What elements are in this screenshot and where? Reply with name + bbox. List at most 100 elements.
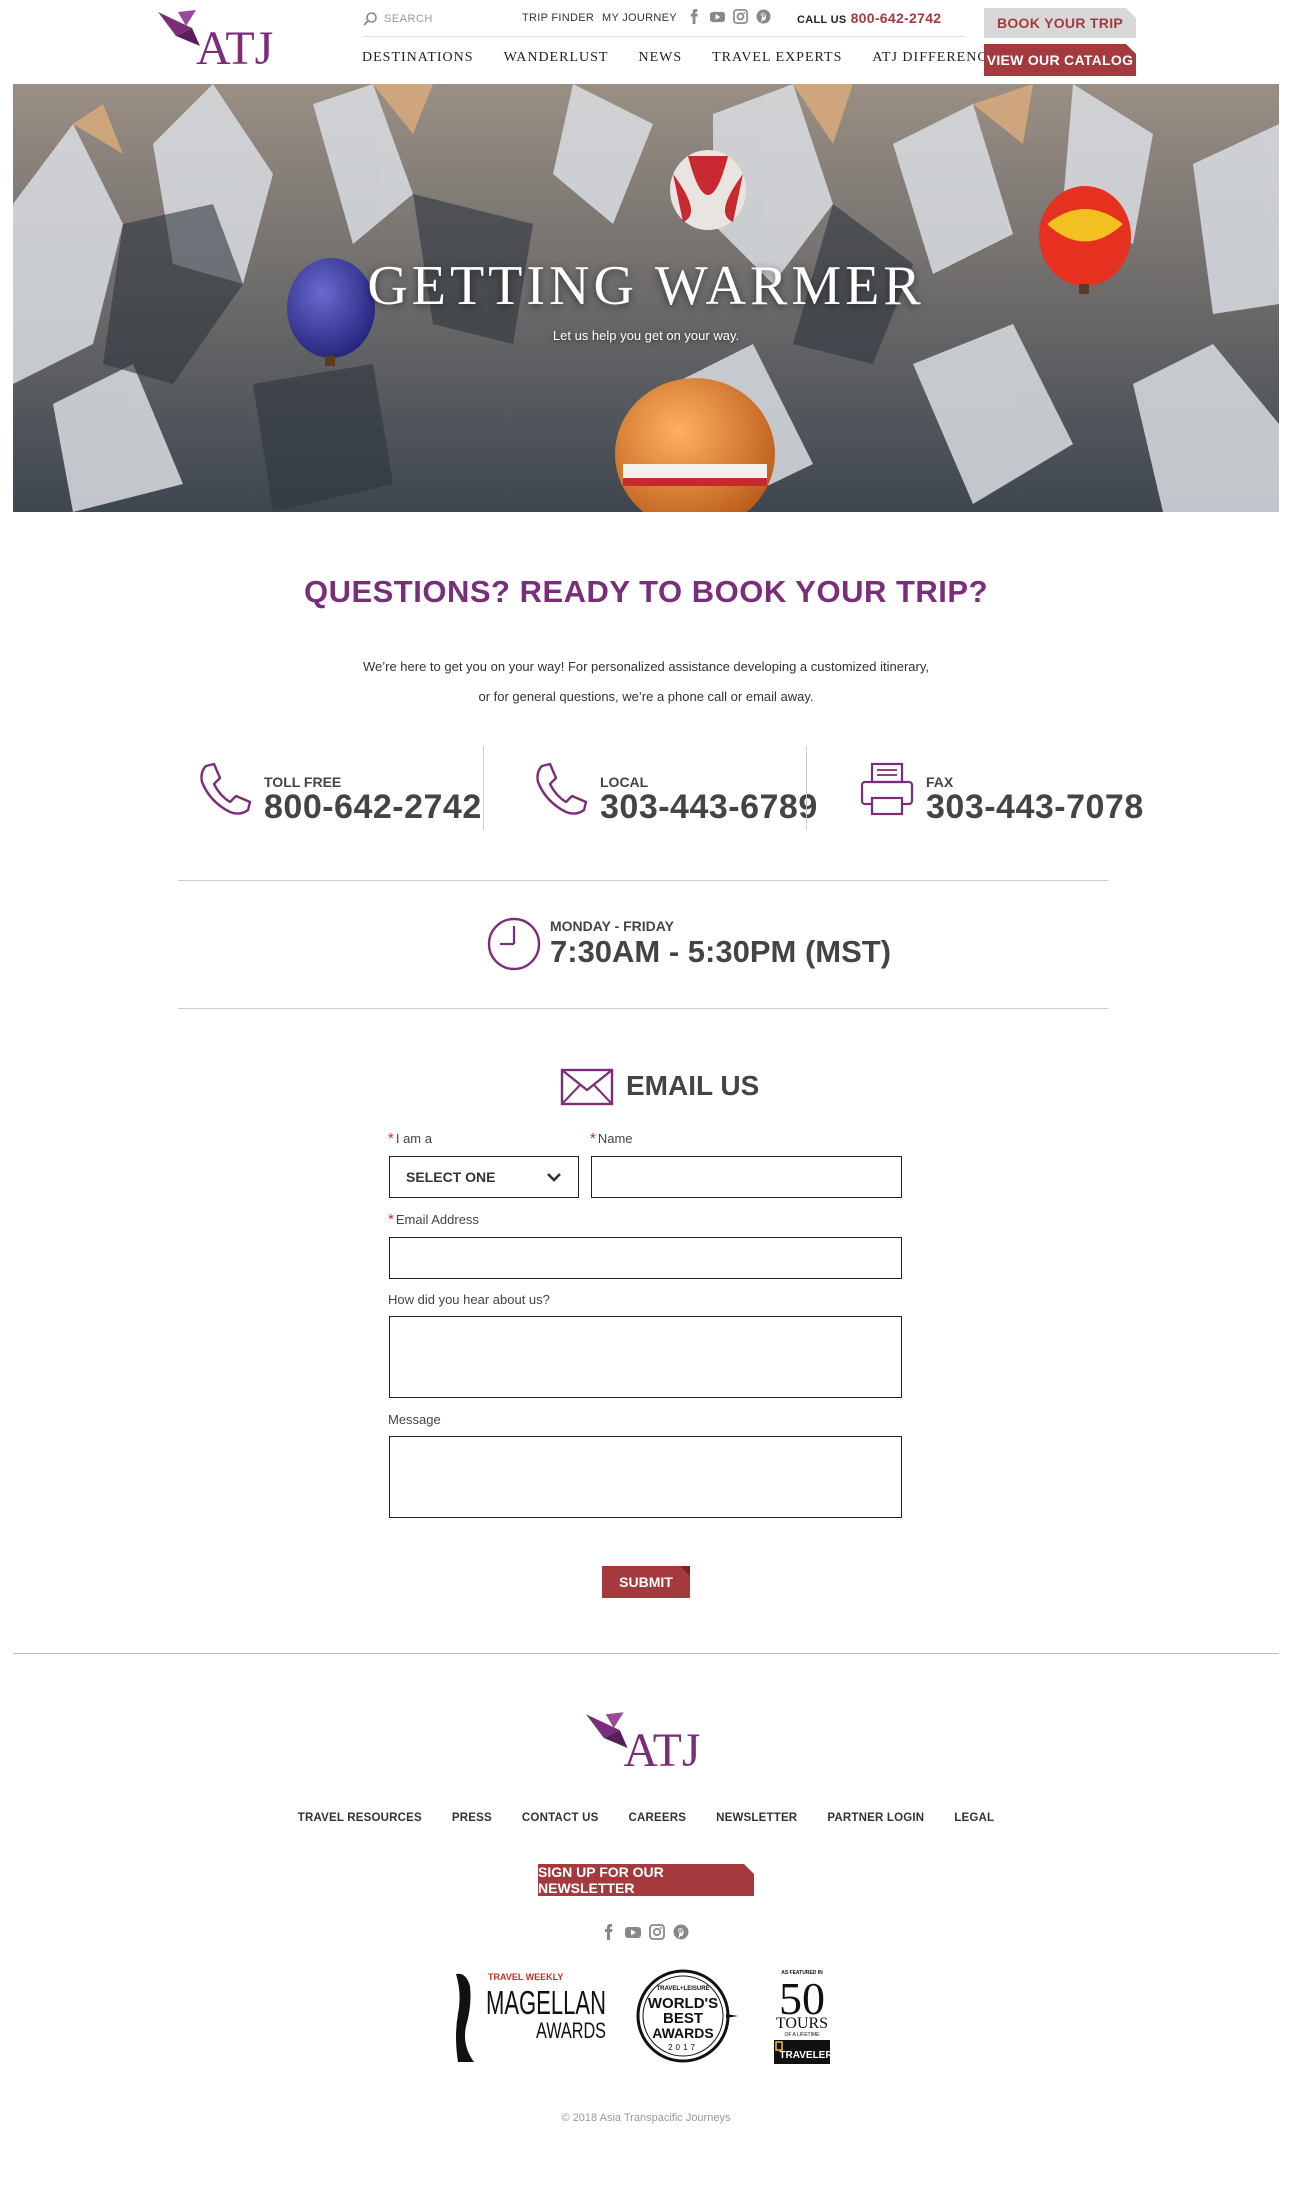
footer-link-press[interactable]: PRESS (452, 1812, 492, 1824)
name-field[interactable] (591, 1156, 902, 1198)
footer-logo-text: ATJ (624, 1725, 701, 1777)
toll-free-number[interactable]: 800-642-2742 (264, 788, 482, 827)
call-number[interactable]: 800-642-2742 (851, 10, 942, 26)
footer-social-links (601, 1924, 689, 1940)
message-field[interactable] (389, 1436, 902, 1518)
logo-text: ATJ (196, 22, 273, 75)
site-header: ATJ SEARCH TRIP FINDER MY JOURNEY CALL U… (0, 0, 1292, 84)
nav-news[interactable]: NEWS (638, 50, 682, 66)
contact-intro-line1: We’re here to get you on your way! For p… (362, 659, 930, 674)
email-us-title: EMAIL US (626, 1070, 760, 1101)
utility-divider (364, 36, 964, 37)
magellan-top: TRAVEL WEEKLY (488, 1972, 563, 1982)
utility-bar: SEARCH TRIP FINDER MY JOURNEY CALL US 800… (362, 8, 962, 34)
call-label: CALL US (797, 14, 847, 26)
pinterest-icon[interactable] (756, 9, 771, 24)
required-icon: * (388, 1211, 394, 1228)
instagram-icon[interactable] (649, 1924, 665, 1940)
search-box[interactable]: SEARCH (362, 8, 502, 30)
message-label: Message (388, 1412, 441, 1427)
nav-wanderlust[interactable]: WANDERLUST (504, 50, 609, 66)
corner-fold (1126, 8, 1136, 18)
phone-divider (806, 746, 807, 830)
nav-atj-difference[interactable]: ATJ DIFFERENCE (872, 50, 997, 66)
iam-select[interactable]: SELECT ONE (389, 1156, 579, 1198)
email-label: * Email Address (388, 1211, 479, 1228)
footer-link-partner-login[interactable]: PARTNER LOGIN (827, 1812, 924, 1824)
balloon-red-white (670, 150, 746, 230)
pinterest-icon[interactable] (673, 1924, 689, 1940)
my-journey-link[interactable]: MY JOURNEY (602, 12, 677, 24)
iam-label: * I am a (388, 1130, 432, 1147)
local-number[interactable]: 303-443-6789 (600, 788, 818, 827)
corner-fold (680, 1566, 690, 1576)
awards-logos: TRAVEL WEEKLY MAGELLAN AWARDS TRAVEL+LEI… (456, 1969, 833, 2064)
search-icon (363, 12, 377, 26)
phone-icon (200, 762, 252, 815)
email-field[interactable] (389, 1237, 902, 1279)
footer-link-legal[interactable]: LEGAL (954, 1812, 994, 1824)
hear-label: How did you hear about us? (388, 1292, 550, 1307)
wba-top: TRAVEL+LEISURE (656, 1986, 709, 1992)
iam-label-text: I am a (395, 1131, 432, 1146)
newsletter-signup-label: SIGN UP FOR OUR NEWSLETTER (538, 1864, 664, 1896)
section-divider (178, 880, 1108, 881)
footer-nav: TRAVEL RESOURCES PRESS CONTACT US CAREER… (0, 1812, 1292, 1824)
ng-mid: TOURS (776, 2015, 828, 2032)
facebook-icon[interactable] (687, 9, 702, 24)
book-your-trip-button[interactable]: BOOK YOUR TRIP (984, 8, 1136, 38)
email-us-heading: EMAIL US (560, 1064, 760, 1108)
newsletter-signup-button[interactable]: SIGN UP FOR OUR NEWSLETTER (538, 1864, 754, 1896)
facebook-icon[interactable] (601, 1924, 617, 1940)
nav-destinations[interactable]: DESTINATIONS (362, 50, 474, 66)
wba-line3: AWARDS (652, 2025, 713, 2041)
hero-banner: GETTING WARMER Let us help you get on yo… (13, 84, 1279, 512)
hero-title: GETTING WARMER (367, 255, 925, 317)
view-catalog-label: VIEW OUR CATALOG (986, 52, 1134, 68)
youtube-icon[interactable] (710, 9, 725, 24)
hero-subtitle: Let us help you get on your way. (552, 328, 740, 343)
nav-travel-experts[interactable]: TRAVEL EXPERTS (712, 50, 842, 66)
hear-about-field[interactable] (389, 1316, 902, 1398)
ng-small: OF A LIFETIME (784, 2032, 820, 2038)
magellan-main: MAGELLAN (486, 1984, 606, 2021)
header-social-links (687, 9, 771, 24)
youtube-icon[interactable] (625, 1924, 641, 1940)
contact-intro: We’re here to get you on your way! For p… (0, 652, 1292, 712)
footer-link-travel-resources[interactable]: TRAVEL RESOURCES (298, 1812, 422, 1824)
wba-year: 2017 (668, 2043, 698, 2052)
fax-number: 303-443-7078 (926, 788, 1144, 826)
phone-numbers: TOLL FREE 800-642-2742 LOCAL 303-443-678… (178, 746, 1143, 832)
logo-graphic: ATJ (585, 1712, 701, 1777)
submit-label: SUBMIT (619, 1574, 673, 1590)
hours-label: MONDAY - FRIDAY (550, 918, 674, 934)
copyright: © 2018 Asia Transpacific Journeys (561, 2112, 731, 2124)
magellan-sub: AWARDS (536, 2018, 606, 2043)
call-us: CALL US 800-642-2742 (797, 10, 941, 26)
footer-logo[interactable]: ATJ (584, 1710, 708, 1780)
search-placeholder: SEARCH (384, 13, 433, 25)
section-divider (178, 1008, 1108, 1009)
footer-link-newsletter[interactable]: NEWSLETTER (716, 1812, 797, 1824)
worlds-best-awards-logo: TRAVEL+LEISURE WORLD'S BEST AWARDS 2017 (636, 1969, 738, 2063)
email-label-text: Email Address (395, 1212, 479, 1227)
trip-finder-link[interactable]: TRIP FINDER (522, 12, 594, 24)
book-your-trip-label: BOOK YOUR TRIP (996, 15, 1124, 31)
main-nav: DESTINATIONS WANDERLUST NEWS TRAVEL EXPE… (362, 50, 1027, 66)
ng-brand: TRAVELER (779, 2050, 833, 2061)
corner-fold (1126, 44, 1136, 54)
atj-logo[interactable]: ATJ (156, 8, 281, 78)
clock-icon (487, 917, 541, 971)
instagram-icon[interactable] (733, 9, 748, 24)
national-geographic-logo: AS FEATURED IN 50 TOURS OF A LIFETIME TR… (774, 1970, 833, 2064)
footer-divider (13, 1653, 1279, 1654)
magellan-awards-logo: TRAVEL WEEKLY MAGELLAN AWARDS (456, 1972, 606, 2062)
required-icon: * (388, 1130, 394, 1147)
view-catalog-button[interactable]: VIEW OUR CATALOG (984, 44, 1136, 76)
iam-select-value: SELECT ONE (406, 1169, 496, 1185)
submit-button[interactable]: SUBMIT (602, 1566, 690, 1598)
footer-link-contact-us[interactable]: CONTACT US (522, 1812, 599, 1824)
footer-link-careers[interactable]: CAREERS (628, 1812, 686, 1824)
phone-icon (536, 762, 588, 815)
envelope-icon (560, 1068, 614, 1106)
